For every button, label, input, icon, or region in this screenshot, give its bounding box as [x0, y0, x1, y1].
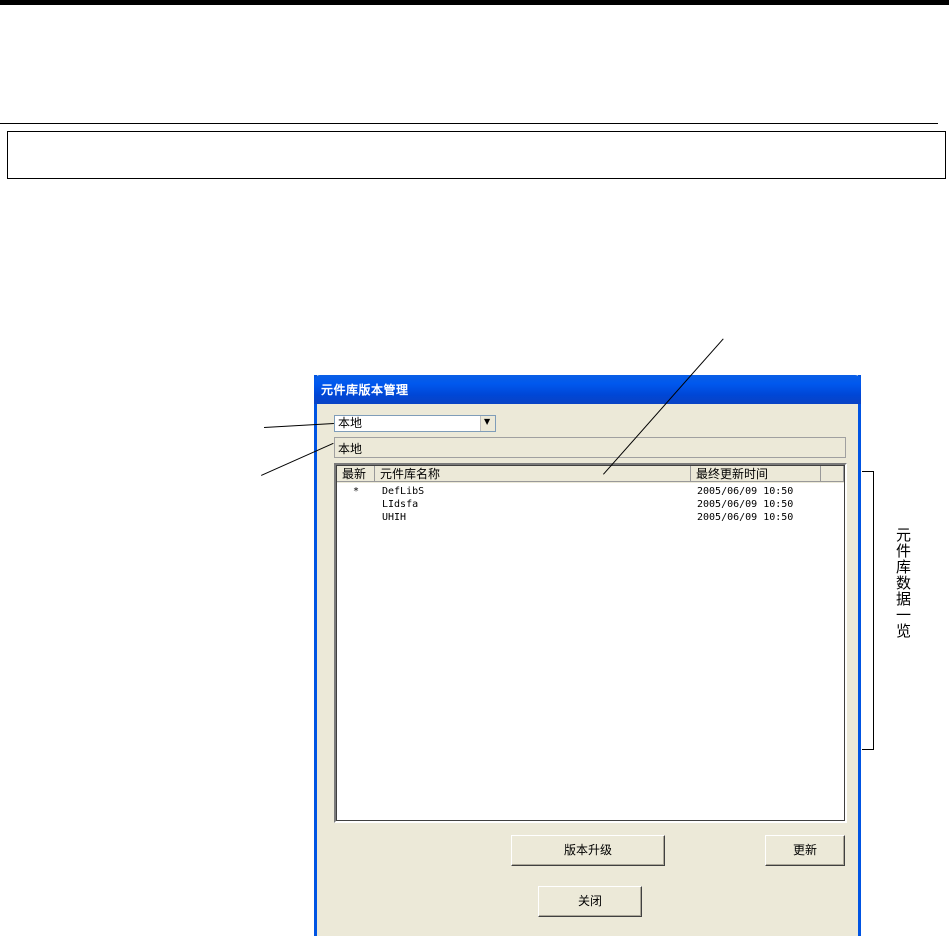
title-bar[interactable]: 元件库版本管理 [314, 375, 861, 404]
note-box [7, 131, 946, 179]
column-header-latest[interactable]: 最新 [337, 466, 375, 482]
location-select[interactable]: 本地 ▼ [334, 415, 496, 432]
table-row[interactable]: LIdsfa 2005/06/09 10:50 [337, 498, 842, 511]
column-header-last-updated[interactable]: 最终更新时间 [691, 466, 821, 482]
dropdown-button[interactable]: ▼ [480, 416, 495, 431]
close-button[interactable]: 关闭 [538, 886, 642, 917]
library-list[interactable]: 最新 元件库名称 最终更新时间 * DefLibS 2005/06/09 10:… [334, 463, 847, 823]
list-header: 最新 元件库名称 最终更新时间 [337, 466, 844, 483]
updated-time: 2005/06/09 10:50 [697, 486, 794, 497]
library-name: DefLibS [382, 486, 425, 497]
upgrade-version-button[interactable]: 版本升级 [511, 835, 665, 866]
library-version-dialog: 元件库版本管理 本地 ▼ 本地 最新 元件库名称 最终更新时间 * DefLib… [314, 375, 861, 936]
library-name: UHIH [382, 512, 407, 523]
list-caption: 元件库数据一览 [894, 527, 912, 639]
list-bracket [862, 471, 874, 750]
location-status-text: 本地 [338, 442, 363, 456]
column-header-blank [821, 466, 844, 482]
top-rule [0, 0, 949, 5]
update-button[interactable]: 更新 [765, 835, 845, 866]
header-rule [0, 123, 938, 124]
column-header-library-name[interactable]: 元件库名称 [375, 466, 691, 482]
updated-time: 2005/06/09 10:50 [697, 512, 794, 523]
location-select-value: 本地 [338, 416, 363, 430]
dialog-title: 元件库版本管理 [321, 383, 409, 397]
location-status-field: 本地 [334, 437, 846, 458]
chevron-down-icon: ▼ [484, 417, 491, 426]
latest-marker: * [353, 486, 360, 497]
table-row[interactable]: * DefLibS 2005/06/09 10:50 [337, 485, 842, 498]
updated-time: 2005/06/09 10:50 [697, 499, 794, 510]
table-row[interactable]: UHIH 2005/06/09 10:50 [337, 511, 842, 524]
library-name: LIdsfa [382, 499, 419, 510]
